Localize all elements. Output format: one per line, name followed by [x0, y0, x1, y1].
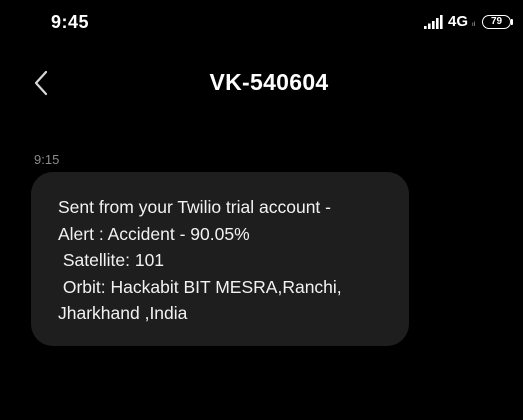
message-line: Sent from your Twilio trial account - — [58, 197, 331, 217]
network-type-label: 4G — [448, 13, 469, 30]
message-timestamp: 9:15 — [34, 152, 60, 167]
conversation-title: VK-540604 — [209, 69, 329, 95]
message-line: Alert : Accident - 90.05% — [58, 223, 250, 244]
message-line: Orbit: Hackabit BIT MESRA,Ranchi, — [58, 276, 342, 297]
message-line: Satellite: 101 — [58, 250, 165, 270]
signal-bars-icon — [424, 15, 443, 29]
battery-level: 79 — [490, 16, 503, 27]
status-time: 9:45 — [51, 12, 90, 32]
status-bar: 9:45 4G ıl 79 — [0, 0, 523, 48]
network-activity-indicator: ıl — [472, 22, 475, 28]
battery-icon: 79 — [482, 15, 511, 29]
battery-tip — [511, 19, 513, 25]
message-line: Jharkhand ,India — [58, 303, 188, 323]
message-bubble[interactable]: Sent from your Twilio trial account - Al… — [31, 172, 409, 346]
conversation-header: VK-540604 — [0, 56, 523, 110]
